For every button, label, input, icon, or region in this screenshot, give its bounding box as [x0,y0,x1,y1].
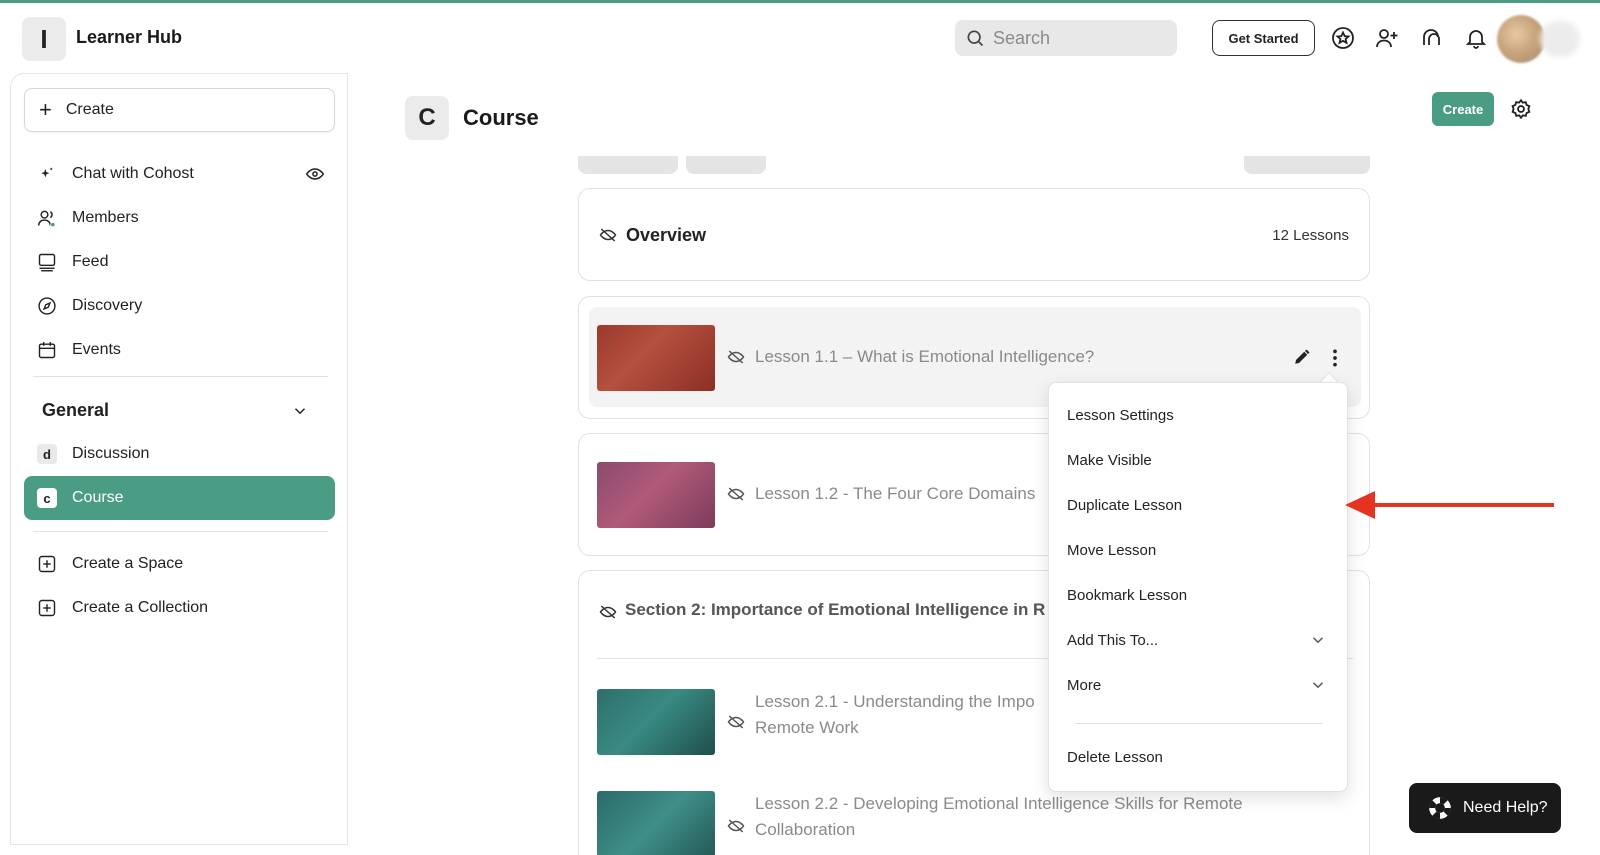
menu-item-add-this-to[interactable]: Add This To... [1067,620,1331,660]
menu-item-make-visible[interactable]: Make Visible [1067,440,1331,480]
plus-square-icon [36,597,58,619]
search-input[interactable] [993,27,1163,49]
sidebar-create-button[interactable]: + Create [24,88,335,132]
sidebar: + Create Chat with Cohost Members Feed D… [10,73,348,845]
gear-icon[interactable] [1510,98,1532,120]
sidebar-item-label: Chat with Cohost [72,165,194,182]
calendar-icon [36,339,58,361]
sidebar-item-label: Discovery [72,297,143,314]
sidebar-divider [33,376,328,377]
pencil-icon[interactable] [1293,348,1311,366]
plus-icon: + [39,97,52,122]
lesson-title[interactable]: Lesson 2.2 - Developing Emotional Intell… [755,791,1243,843]
avatar-menu-toggle[interactable] [1540,21,1580,57]
sidebar-item-label: Feed [72,253,109,270]
lesson-title-line: Collaboration [755,820,856,839]
sparkle-icon [36,163,58,185]
lifebuoy-icon [1429,797,1451,819]
sidebar-item-feed[interactable]: Feed [24,240,335,284]
feed-icon [36,251,58,273]
sidebar-item-label: Create a Space [72,555,184,572]
sidebar-item-label: Members [72,209,139,226]
app-logo[interactable]: I [22,17,66,61]
lesson-thumbnail [597,791,715,855]
user-avatar[interactable] [1497,15,1545,63]
sidebar-item-course[interactable]: c Course [24,476,335,520]
members-icon [36,207,58,229]
eye-off-icon [727,350,745,364]
menu-item-delete-lesson[interactable]: Delete Lesson [1067,737,1331,777]
sidebar-divider [33,531,328,532]
main-create-button[interactable]: Create [1432,92,1494,126]
blurred-tab[interactable] [686,156,766,174]
chat-icon[interactable] [1419,25,1445,51]
sidebar-create-label: Create [65,101,114,118]
sidebar-item-create-collection[interactable]: Create a Collection [24,586,335,630]
section-label-general[interactable]: General [42,400,109,421]
search-box[interactable] [955,20,1177,56]
lesson-thumbnail [597,462,715,528]
lesson-title-line: Lesson 2.1 - Understanding the Impo [755,692,1035,711]
app-title[interactable]: Learner Hub [76,27,182,48]
overview-card[interactable]: Overview 12 Lessons [578,188,1370,281]
compass-icon [36,295,58,317]
menu-item-duplicate-lesson[interactable]: Duplicate Lesson [1067,485,1331,525]
menu-item-bookmark-lesson[interactable]: Bookmark Lesson [1067,575,1331,615]
sidebar-item-events[interactable]: Events [24,328,335,372]
menu-item-lesson-settings[interactable]: Lesson Settings [1067,395,1331,435]
blurred-tab[interactable] [1244,156,1370,174]
search-icon [967,30,984,47]
sidebar-item-label: Create a Collection [72,599,209,616]
eye-off-icon [599,605,617,619]
page-title: Course [463,105,539,130]
star-badge-icon[interactable] [1330,25,1356,51]
eye-off-icon [727,819,745,833]
need-help-button[interactable]: Need Help? [1409,783,1561,833]
lesson-title[interactable]: Lesson 1.2 - The Four Core Domains [755,481,1035,507]
chevron-down-icon [1312,637,1324,644]
sidebar-item-discovery[interactable]: Discovery [24,284,335,328]
section-title[interactable]: Section 2: Importance of Emotional Intel… [625,600,1045,620]
lesson-title-line: Remote Work [755,718,859,737]
add-user-icon[interactable] [1374,25,1400,51]
sidebar-item-label: Course [72,489,124,506]
lesson-thumbnail [597,325,715,391]
lesson-options-menu: Lesson Settings Make Visible Duplicate L… [1048,382,1348,792]
lesson-count: 12 Lessons [1272,227,1349,244]
plus-square-icon [36,553,58,575]
blurred-tab[interactable] [578,156,678,174]
lesson-title[interactable]: Lesson 1.1 – What is Emotional Intellige… [755,344,1094,370]
eye-off-icon [727,715,745,729]
eye-icon[interactable] [305,164,325,184]
menu-item-label: More [1067,676,1102,694]
chevron-down-icon[interactable] [291,402,309,420]
eye-off-icon [599,228,617,242]
more-vertical-icon[interactable] [1325,347,1345,369]
overview-title: Overview [626,225,707,245]
sidebar-item-label: Discussion [72,445,150,462]
sidebar-item-label: Events [72,341,121,358]
menu-item-move-lesson[interactable]: Move Lesson [1067,530,1331,570]
lesson-title-line: Lesson 2.2 - Developing Emotional Intell… [755,794,1243,813]
bell-icon[interactable] [1463,25,1489,51]
annotation-arrow-line [1368,503,1554,507]
lesson-title[interactable]: Lesson 2.1 - Understanding the Impo Remo… [755,689,1035,741]
sidebar-item-discussion[interactable]: d Discussion [24,432,335,476]
top-header: I Learner Hub Get Started [0,3,1600,71]
menu-divider [1075,723,1323,724]
chevron-down-icon [1312,682,1324,689]
course-badge: C [405,96,449,140]
space-letter-badge: c [37,488,57,508]
menu-item-more[interactable]: More [1067,665,1331,705]
space-letter-badge: d [37,444,57,464]
lesson-thumbnail [597,689,715,755]
menu-item-label: Add This To... [1067,631,1159,649]
sidebar-item-create-space[interactable]: Create a Space [24,542,335,586]
eye-off-icon [727,487,745,501]
get-started-button[interactable]: Get Started [1212,20,1315,56]
need-help-label: Need Help? [1463,799,1548,816]
sidebar-item-chat-with-cohost[interactable]: Chat with Cohost [24,152,335,196]
sidebar-item-members[interactable]: Members [24,196,335,240]
